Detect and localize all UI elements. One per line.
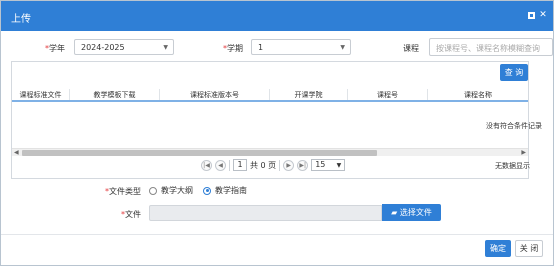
file-type-radio-group: 教学大纲 教学指南 xyxy=(149,185,247,196)
scrollbar-thumb[interactable] xyxy=(22,150,377,156)
choose-file-button[interactable]: ▰ 选择文件 xyxy=(382,204,441,221)
no-data-text: 无数据显示 xyxy=(495,162,530,170)
file-label: *文件 xyxy=(121,210,141,219)
page-number-input[interactable]: 1 xyxy=(233,159,247,171)
pager-divider xyxy=(279,159,281,171)
term-label: *学期 xyxy=(223,44,243,53)
close-icon[interactable]: ✕ xyxy=(539,11,547,20)
page-size-select[interactable]: 15 ▼ xyxy=(311,159,346,171)
first-page-icon[interactable]: |◀ xyxy=(201,159,212,171)
column-header[interactable]: 课程名称 xyxy=(428,89,528,100)
column-header[interactable]: 课程标准版本号 xyxy=(160,89,270,100)
column-header[interactable]: 开课学院 xyxy=(270,89,348,100)
file-type-label: *文件类型 xyxy=(105,187,141,196)
folder-open-icon: ▰ xyxy=(391,208,398,217)
course-label: 课程 xyxy=(403,44,419,53)
prev-page-icon[interactable]: ◀ xyxy=(215,159,226,171)
year-select-value: 2024-2025 xyxy=(81,43,125,52)
year-select[interactable]: 2024-2025 ▼ xyxy=(74,39,174,55)
table-header: 课程标准文件 教学模板下载 课程标准版本号 开课学院 课程号 课程名称 xyxy=(12,89,528,102)
page-size-value: 15 xyxy=(315,160,326,169)
ok-button[interactable]: 确定 xyxy=(485,240,511,257)
chevron-down-icon: ▼ xyxy=(336,162,342,169)
radio-syllabus-label[interactable]: 教学大纲 xyxy=(161,185,193,196)
file-path-input[interactable] xyxy=(149,205,382,221)
pagination: |◀ ◀ 1 共 0 页 ▶ ▶| 15 ▼ xyxy=(201,158,346,172)
upload-dialog: 上传 ✕ *学年 2024-2025 ▼ *学期 1 ▼ 课程 按课程号、课程名… xyxy=(0,0,554,266)
pager-divider xyxy=(229,159,230,171)
column-header[interactable]: 课程标准文件 xyxy=(12,89,70,100)
last-page-icon[interactable]: ▶| xyxy=(297,159,309,171)
total-pages-text: 共 0 页 xyxy=(250,160,277,170)
query-button[interactable]: 查 询 xyxy=(500,64,528,81)
year-label: *学年 xyxy=(45,44,65,53)
dialog-title: 上传 xyxy=(11,14,31,25)
next-page-icon[interactable]: ▶ xyxy=(283,159,295,171)
empty-table-message: 没有符合条件记录 xyxy=(486,122,542,130)
chevron-down-icon: ▼ xyxy=(340,44,345,51)
choose-file-label: 选择文件 xyxy=(399,208,432,217)
radio-syllabus[interactable] xyxy=(149,186,157,195)
term-select[interactable]: 1 ▼ xyxy=(251,39,351,55)
radio-guide[interactable] xyxy=(203,186,211,195)
scroll-right-icon[interactable]: ▶ xyxy=(521,149,526,156)
dialog-footer xyxy=(1,234,553,265)
close-button[interactable]: 关 闭 xyxy=(515,240,543,257)
radio-guide-label[interactable]: 教学指南 xyxy=(215,185,247,196)
course-search-input[interactable]: 按课程号、课程名称模糊查询 xyxy=(429,38,553,56)
column-header[interactable]: 教学模板下载 xyxy=(70,89,160,100)
column-header[interactable]: 课程号 xyxy=(348,89,428,100)
maximize-icon[interactable] xyxy=(528,12,535,19)
horizontal-scrollbar[interactable]: ◀ ▶ xyxy=(12,148,528,156)
dialog-titlebar[interactable]: 上传 ✕ xyxy=(1,1,553,31)
term-select-value: 1 xyxy=(258,43,264,52)
chevron-down-icon: ▼ xyxy=(163,44,168,51)
scroll-left-icon[interactable]: ◀ xyxy=(14,149,19,156)
